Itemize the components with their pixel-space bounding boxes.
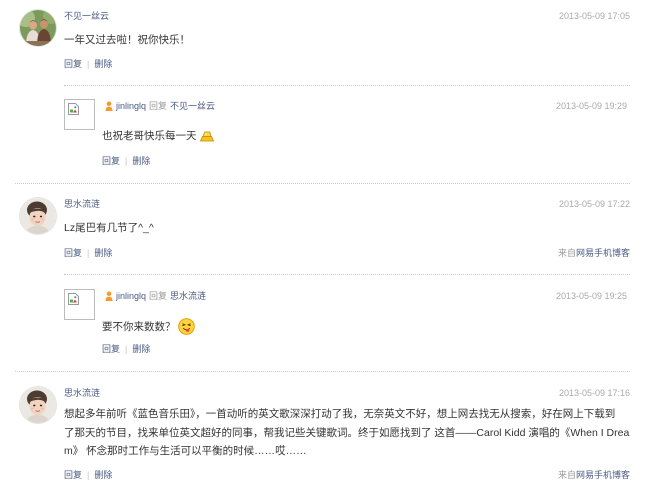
broken-image-icon (68, 103, 79, 115)
replier-name[interactable]: jinlinglq (116, 290, 146, 302)
commenter-avatar[interactable] (20, 387, 56, 423)
delete-button[interactable]: 删除 (94, 59, 112, 69)
comment-text-line: 了那天的节目，找来单位英文超好的同事，帮我记些关键歌词。终于如愿找到了 这首——… (64, 426, 630, 439)
reply-divider (64, 274, 630, 275)
source-link[interactable]: 网易手机博客 (576, 470, 630, 480)
source-prefix: 来自 (557, 248, 576, 258)
reply-button[interactable]: 回复 (102, 344, 120, 354)
tongue-out-smiley-emoticon (177, 318, 195, 335)
reply-time: 2013-05-09 19:29 (555, 101, 627, 111)
comment-text: 一年又过去啦！祝你快乐！ (64, 34, 190, 46)
comment-text-line: m》 怀念那时工作与生活可以平衡的时候……哎…… (64, 445, 307, 457)
user-icon (105, 101, 113, 111)
comment-time: 2013-05-09 17:05 (558, 11, 630, 21)
comment-actions: 回复 | 删除 (64, 469, 112, 481)
action-divider: | (87, 59, 90, 69)
reply-header: jinlinglq 回复 不见一丝云 (105, 100, 215, 112)
thread-divider (15, 183, 630, 184)
commenter-avatar[interactable] (20, 10, 56, 46)
user-icon (105, 291, 113, 301)
commenter-avatar[interactable] (20, 198, 56, 234)
reply-text: 也祝老哥快乐每一天 (102, 130, 197, 142)
reply-button[interactable]: 回复 (64, 248, 82, 258)
reply-actions: 回复 | 删除 (102, 155, 150, 167)
comment-text-line: 想起多年前听《蓝色音乐田》，一首动听的英文歌深深打动了我，无奈英文不好，想上网去… (64, 408, 616, 420)
replier-avatar[interactable] (64, 99, 95, 130)
commenter-name[interactable]: 思水流涟 (64, 198, 100, 210)
comment-text: 想起多年前听《蓝色音乐田》，一首动听的英文歌深深打动了我，无奈英文不好，想上网去… (64, 405, 632, 461)
reply-target-name[interactable]: 思水流涟 (170, 290, 206, 302)
reply-button[interactable]: 回复 (64, 470, 82, 480)
comment-actions: 回复 | 删除 (64, 247, 112, 259)
delete-button[interactable]: 删除 (132, 344, 150, 354)
commenter-name[interactable]: 不见一丝云 (64, 10, 109, 22)
reply-header: jinlinglq 回复 思水流涟 (105, 290, 206, 302)
replier-avatar[interactable] (64, 289, 95, 320)
reply-time: 2013-05-09 19:25 (555, 291, 627, 301)
comment-actions: 回复 | 删除 (64, 58, 112, 70)
reply-target-name[interactable]: 不见一丝云 (170, 100, 215, 112)
delete-button[interactable]: 删除 (132, 156, 150, 166)
replier-name[interactable]: jinlinglq (116, 100, 146, 112)
thread-divider (15, 371, 630, 372)
delete-button[interactable]: 删除 (94, 470, 112, 480)
broken-image-icon (68, 293, 79, 305)
reply-button[interactable]: 回复 (64, 59, 82, 69)
comment-text: Lz尾巴有几节了^_^ (64, 222, 154, 234)
reply-content: 要不你来数数？ (102, 318, 195, 335)
comment-time: 2013-05-09 17:22 (558, 199, 630, 209)
delete-button[interactable]: 删除 (94, 248, 112, 258)
reply-button[interactable]: 回复 (102, 156, 120, 166)
reply-content: 也祝老哥快乐每一天 (102, 129, 215, 143)
action-divider: | (125, 156, 128, 166)
source-link[interactable]: 网易手机博客 (576, 248, 630, 258)
reply-actions: 回复 | 删除 (102, 343, 150, 355)
reply-divider (64, 85, 630, 86)
reply-label: 回复 (149, 291, 168, 301)
action-divider: | (87, 248, 90, 258)
source-prefix: 来自 (557, 470, 576, 480)
comment-time: 2013-05-09 17:16 (558, 388, 630, 398)
action-divider: | (125, 344, 128, 354)
comment-source: 来自网易手机博客 (558, 247, 630, 259)
comment-source: 来自网易手机博客 (558, 469, 630, 481)
action-divider: | (87, 470, 90, 480)
commenter-name[interactable]: 思水流涟 (64, 387, 100, 399)
reply-label: 回复 (149, 101, 168, 111)
gold-ingot-emoticon (199, 130, 215, 142)
reply-text: 要不你来数数？ (102, 320, 176, 333)
